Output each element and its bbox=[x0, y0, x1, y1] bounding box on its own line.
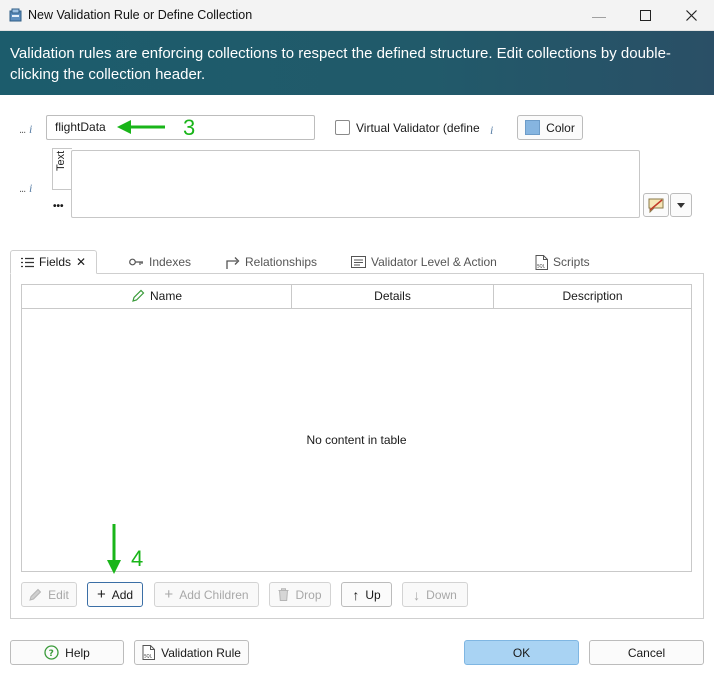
app-icon bbox=[9, 8, 22, 22]
minimize-icon: — bbox=[592, 7, 606, 24]
ok-button[interactable]: OK bbox=[464, 640, 579, 665]
add-button-label: Add bbox=[111, 587, 134, 602]
drop-button-label: Drop bbox=[295, 587, 322, 602]
pencil-icon bbox=[132, 289, 145, 302]
annotation-arrow-3 bbox=[117, 120, 165, 134]
key-icon bbox=[129, 258, 143, 266]
column-header-description-label: Description bbox=[562, 289, 623, 303]
help-button[interactable]: ? Help bbox=[10, 640, 124, 665]
name-info-icon[interactable]: i bbox=[29, 122, 32, 137]
tab-relationships[interactable]: Relationships bbox=[225, 250, 317, 274]
maximize-button[interactable] bbox=[622, 0, 668, 31]
svg-text:SQL: SQL bbox=[144, 654, 153, 659]
text-side-tab[interactable]: Text bbox=[52, 148, 72, 190]
chevron-down-icon bbox=[677, 202, 685, 208]
up-button[interactable]: ↑ Up bbox=[341, 582, 392, 607]
comment-info-icon[interactable]: i bbox=[29, 181, 32, 196]
arrow-up-icon: ↑ bbox=[352, 586, 360, 603]
tab-scripts[interactable]: SQL Scripts bbox=[535, 250, 590, 274]
color-button[interactable]: Color bbox=[517, 115, 583, 140]
close-icon bbox=[685, 10, 697, 21]
ok-button-label: OK bbox=[512, 645, 531, 660]
text-side-tab-label: Text bbox=[55, 150, 67, 171]
edit-button-label: Edit bbox=[48, 587, 69, 602]
comment-field-dots: ... bbox=[19, 183, 26, 195]
tab-scripts-label: Scripts bbox=[553, 255, 590, 269]
list-icon bbox=[21, 257, 34, 267]
column-header-description[interactable]: Description bbox=[493, 284, 691, 309]
column-header-name-label: Name bbox=[149, 289, 182, 303]
tab-validator-level-label: Validator Level & Action bbox=[371, 255, 497, 269]
tab-close-icon[interactable]: ✕ bbox=[76, 255, 86, 269]
column-header-details[interactable]: Details bbox=[291, 284, 493, 309]
name-field-dots: ... bbox=[19, 124, 26, 136]
drop-button[interactable]: Drop bbox=[269, 582, 331, 607]
collection-name-value: flightData bbox=[55, 120, 106, 134]
validation-rule-button[interactable]: SQL Validation Rule bbox=[134, 640, 249, 665]
annotation-arrow-4 bbox=[107, 524, 121, 574]
tab-indexes[interactable]: Indexes bbox=[129, 250, 191, 274]
color-button-label: Color bbox=[546, 120, 575, 135]
empty-table-message: No content in table bbox=[306, 433, 407, 447]
virtual-validator-info-icon[interactable]: i bbox=[490, 123, 493, 138]
trash-icon bbox=[278, 588, 289, 601]
column-header-details-label: Details bbox=[374, 289, 411, 303]
speech-bubble-icon bbox=[648, 198, 664, 213]
edit-button[interactable]: Edit bbox=[21, 582, 77, 607]
svg-text:SQL: SQL bbox=[537, 263, 546, 268]
sql-script-icon: SQL bbox=[535, 254, 548, 270]
speech-bubble-button[interactable] bbox=[643, 193, 669, 217]
column-header-name[interactable]: Name bbox=[22, 284, 291, 309]
plus-icon: + bbox=[164, 586, 174, 603]
down-button-label: Down bbox=[426, 587, 457, 602]
info-banner: Validation rules are enforcing collectio… bbox=[0, 31, 714, 95]
relationship-arrow-icon bbox=[226, 256, 240, 269]
validation-rule-button-label: Validation Rule bbox=[161, 645, 241, 660]
color-swatch bbox=[525, 120, 541, 135]
comment-more-button[interactable]: ••• bbox=[53, 201, 64, 212]
pencil-icon bbox=[29, 588, 42, 601]
window-title: New Validation Rule or Define Collection bbox=[28, 8, 253, 22]
sql-script-icon: SQL bbox=[142, 645, 156, 660]
help-button-label: Help bbox=[65, 645, 90, 660]
comment-textarea[interactable] bbox=[71, 150, 640, 218]
close-button[interactable] bbox=[668, 0, 714, 31]
help-icon: ? bbox=[44, 645, 59, 660]
cancel-button-label: Cancel bbox=[627, 645, 666, 660]
down-button[interactable]: ↓ Down bbox=[402, 582, 468, 607]
virtual-validator-label: Virtual Validator (define bbox=[356, 121, 480, 135]
collection-name-input[interactable]: flightData bbox=[46, 115, 315, 140]
maximize-icon bbox=[639, 10, 651, 21]
up-button-label: Up bbox=[365, 587, 381, 602]
tab-indexes-label: Indexes bbox=[149, 255, 192, 269]
cancel-button[interactable]: Cancel bbox=[589, 640, 704, 665]
banner-text: Validation rules are enforcing collectio… bbox=[10, 45, 671, 83]
tab-relationships-label: Relationships bbox=[245, 255, 318, 269]
tab-validator-level[interactable]: Validator Level & Action bbox=[351, 250, 497, 274]
arrow-down-icon: ↓ bbox=[413, 586, 421, 603]
minimize-button[interactable]: — bbox=[576, 0, 622, 31]
annotation-label-3: 3 bbox=[183, 115, 196, 140]
virtual-validator-checkbox[interactable] bbox=[335, 120, 350, 135]
plus-icon: + bbox=[96, 586, 106, 603]
add-button[interactable]: + Add bbox=[87, 582, 143, 607]
add-children-button[interactable]: + Add Children bbox=[154, 582, 259, 607]
validator-icon bbox=[351, 256, 366, 268]
tab-fields-label: Fields bbox=[39, 255, 72, 269]
speech-bubble-dropdown[interactable] bbox=[670, 193, 692, 217]
tab-fields[interactable]: Fields ✕ bbox=[10, 250, 98, 274]
svg-text:?: ? bbox=[49, 649, 54, 659]
add-children-button-label: Add Children bbox=[179, 587, 249, 602]
annotation-label-4: 4 bbox=[131, 546, 144, 571]
